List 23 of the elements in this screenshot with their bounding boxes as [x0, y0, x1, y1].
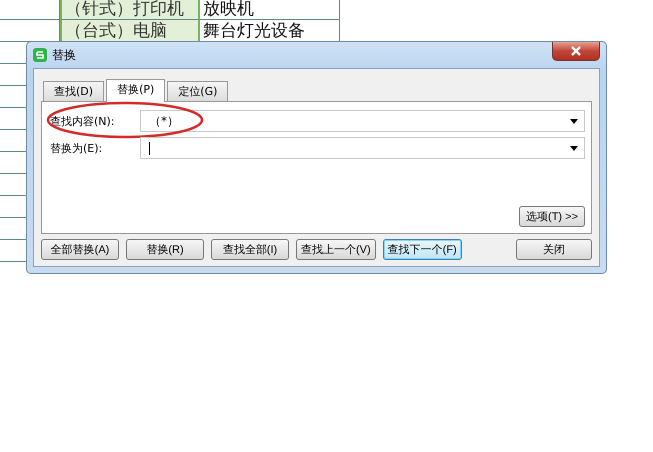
- field-label: 查找内容(N):: [50, 114, 116, 128]
- field-label: 替换为(E):: [50, 140, 104, 156]
- tab[interactable]: 查找(D): [43, 81, 104, 101]
- table-cell: （针式）打印机: [60, 0, 200, 20]
- dialog-button[interactable]: 查找下一个(F): [382, 239, 462, 260]
- dialog-button[interactable]: 查找上一个(V): [296, 239, 376, 260]
- close-button[interactable]: [552, 42, 600, 61]
- dialog-button[interactable]: 全部替换(A): [41, 239, 119, 260]
- options-button[interactable]: 选项(T) >>: [519, 206, 585, 227]
- tab[interactable]: 定位(G): [167, 81, 228, 101]
- dropdown-arrow-icon: [570, 146, 578, 150]
- dropdown-arrow-icon: [570, 118, 578, 124]
- app-logo-icon: [33, 48, 47, 62]
- close-icon: [570, 46, 582, 56]
- combo-field[interactable]: （*）: [140, 110, 585, 132]
- table-cell: 放映机: [200, 0, 340, 20]
- combo-field[interactable]: [140, 137, 585, 159]
- table-cell: （台式）电脑: [60, 20, 200, 42]
- window-title: 替换: [52, 46, 76, 64]
- dialog-button[interactable]: 查找全部(I): [211, 239, 289, 260]
- dialog-button[interactable]: 替换(R): [126, 239, 204, 260]
- tab[interactable]: 替换(P): [106, 79, 166, 102]
- dialog-button[interactable]: 关闭: [516, 239, 592, 260]
